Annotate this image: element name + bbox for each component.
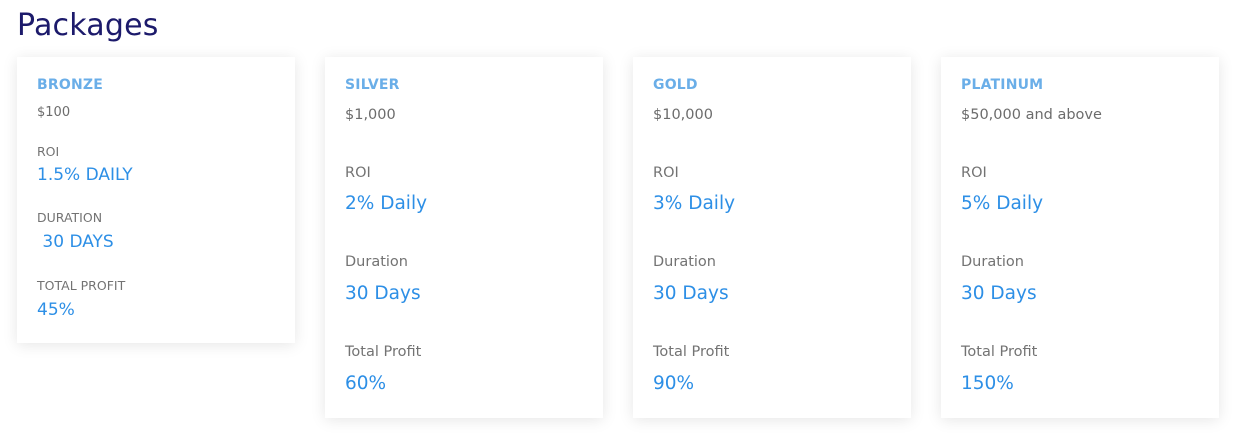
duration-label: DURATION (37, 210, 103, 225)
package-name: GOLD (653, 77, 698, 93)
page-title: Packages (17, 8, 159, 43)
package-price: $10,000 (653, 107, 713, 123)
package-name: SILVER (345, 77, 400, 93)
duration-label: Duration (345, 254, 408, 270)
total-profit-value: 90% (653, 373, 695, 394)
package-card-gold: GOLD $10,000 ROI 3% Daily Duration 30 Da… (633, 57, 911, 418)
package-price: $50,000 and above (961, 107, 1102, 123)
duration-label: Duration (961, 254, 1024, 270)
package-name: PLATINUM (961, 77, 1044, 93)
package-price: $1,000 (345, 107, 396, 123)
roi-label: ROI (961, 165, 987, 181)
package-price: $100 (37, 105, 71, 120)
total-profit-label: Total Profit (345, 344, 422, 360)
total-profit-label: Total Profit (653, 344, 730, 360)
duration-value: 30 DAYS (37, 232, 114, 252)
roi-value: 3% Daily (653, 193, 736, 214)
roi-label: ROI (345, 165, 371, 181)
total-profit-label: Total Profit (961, 344, 1038, 360)
total-profit-value: 150% (961, 373, 1014, 394)
total-profit-label: TOTAL PROFIT (37, 278, 126, 293)
duration-value: 30 Days (961, 283, 1037, 304)
duration-value: 30 Days (653, 283, 729, 304)
roi-value: 1.5% DAILY (37, 165, 133, 185)
total-profit-value: 45% (37, 300, 75, 320)
total-profit-value: 60% (345, 373, 387, 394)
duration-value: 30 Days (345, 283, 421, 304)
duration-label: Duration (653, 254, 716, 270)
roi-value: 5% Daily (961, 193, 1044, 214)
roi-label: ROI (653, 165, 679, 181)
package-name: BRONZE (37, 77, 103, 93)
package-card-bronze: BRONZE $100 ROI 1.5% DAILY DURATION 30 D… (17, 57, 295, 343)
package-card-platinum: PLATINUM $50,000 and above ROI 5% Daily … (941, 57, 1219, 418)
packages-page: Packages BRONZE $100 ROI 1.5% DAILY DURA… (0, 0, 1233, 438)
roi-value: 2% Daily (345, 193, 428, 214)
roi-label: ROI (37, 144, 60, 159)
package-card-silver: SILVER $1,000 ROI 2% Daily Duration 30 D… (325, 57, 603, 418)
